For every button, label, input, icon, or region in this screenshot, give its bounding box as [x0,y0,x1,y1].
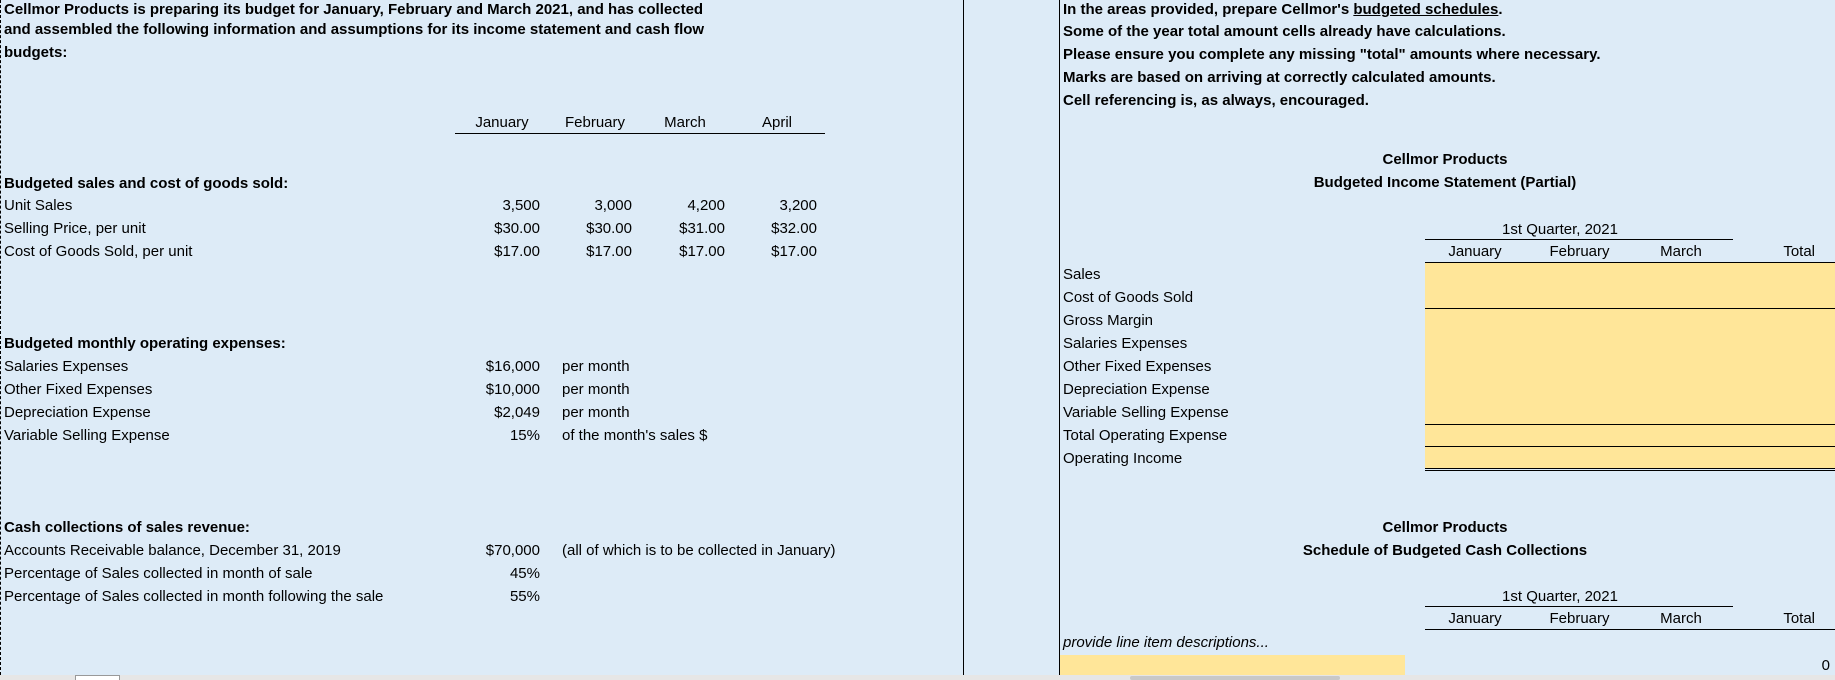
is-row-gross-margin: Gross Margin [1063,312,1154,329]
other-fixed-note: per month [562,381,630,398]
sheet-tab[interactable] [75,675,120,680]
is-row-total-opex: Total Operating Expense [1063,427,1228,444]
depreciation-value: $2,049 [494,404,540,421]
budgeted-schedules-text: budgeted schedules [1353,1,1499,18]
cc-header-underline [1425,629,1835,630]
depreciation-label: Depreciation Expense [4,404,151,421]
unit-sales-feb: 3,000 [594,197,632,214]
unit-sales-label: Unit Sales [4,197,73,214]
is-row-cogs: Cost of Goods Sold [1063,289,1194,306]
pct-collected-same-month-label: Percentage of Sales collected in month o… [4,565,313,582]
cc-quarter-underline [1425,606,1733,607]
cc-total-value: 0 [1821,657,1830,674]
month-header-underline [455,133,825,134]
intro-line-3: budgets: [4,44,68,61]
intro-line-2: and assembled the following information … [4,21,705,38]
depreciation-note: per month [562,404,630,421]
is-quarter-underline [1425,239,1733,240]
instruction-line-1: In the areas provided, prepare Cellmor's… [1063,1,1503,18]
cogs-mar: $17.00 [679,243,725,260]
cc-col-february: February [1549,610,1610,627]
cash-collections-title: Schedule of Budgeted Cash Collections [1302,542,1588,559]
pct-collected-next-month-label: Percentage of Sales collected in month f… [4,588,384,605]
is-double-rule-2 [1425,470,1835,471]
variable-selling-label: Variable Selling Expense [4,427,170,444]
instruction-line-3: Please ensure you complete any missing "… [1063,46,1601,63]
cc-line-item-hint: provide line item descriptions... [1063,634,1269,651]
selling-price-apr: $32.00 [771,220,817,237]
cogs-jan: $17.00 [494,243,540,260]
unit-sales-jan: 3,500 [502,197,540,214]
is-row-other-fixed: Other Fixed Expenses [1063,358,1212,375]
selling-price-label: Selling Price, per unit [4,220,146,237]
income-statement-company: Cellmor Products [1382,151,1508,168]
unit-sales-mar: 4,200 [687,197,725,214]
is-col-february: February [1549,243,1610,260]
cogs-per-unit-label: Cost of Goods Sold, per unit [4,243,193,260]
income-statement-input-area[interactable] [1425,263,1835,469]
is-sales-cogs-rule [1425,308,1835,309]
variable-selling-value: 15% [509,427,540,444]
is-col-total: Total [1783,243,1815,260]
variable-selling-note: of the month's sales $ [562,427,708,444]
is-row-operating-income: Operating Income [1063,450,1183,467]
horizontal-scrollbar-thumb[interactable] [1130,676,1340,680]
is-total-opex-rule [1425,446,1835,447]
cc-quarter-header: 1st Quarter, 2021 [1502,588,1618,605]
sales-section-title: Budgeted sales and cost of goods sold: [4,175,289,192]
other-fixed-value: $10,000 [485,381,540,398]
ar-balance-label: Accounts Receivable balance, December 31… [4,542,341,559]
pct-collected-same-month-value: 45% [509,565,540,582]
cc-description-input[interactable] [1060,655,1405,675]
column-divider-right [1059,0,1060,675]
month-header-january: January [475,114,529,131]
salaries-label: Salaries Expenses [4,358,129,375]
selling-price-mar: $31.00 [679,220,725,237]
unit-sales-apr: 3,200 [779,197,817,214]
instruction-line-2: Some of the year total amount cells alre… [1063,23,1506,40]
intro-line-1: Cellmor Products is preparing its budget… [4,1,704,18]
income-statement-title: Budgeted Income Statement (Partial) [1313,174,1577,191]
cc-col-march: March [1660,610,1702,627]
cc-col-january: January [1448,610,1502,627]
other-fixed-label: Other Fixed Expenses [4,381,153,398]
is-row-variable-selling: Variable Selling Expense [1063,404,1229,421]
is-row-sales: Sales [1063,266,1101,283]
is-col-january: January [1448,243,1502,260]
selling-price-feb: $30.00 [586,220,632,237]
instruction-line-4: Marks are based on arriving at correctly… [1063,69,1496,86]
month-header-march: March [664,114,706,131]
is-double-rule-1 [1425,468,1835,469]
ar-balance-note: (all of which is to be collected in Janu… [562,542,836,559]
cash-section-title: Cash collections of sales revenue: [4,519,250,536]
column-divider-left [963,0,964,675]
is-expenses-rule [1425,424,1835,425]
is-row-salaries: Salaries Expenses [1063,335,1188,352]
is-row-depreciation: Depreciation Expense [1063,381,1210,398]
is-quarter-header: 1st Quarter, 2021 [1502,221,1618,238]
selling-price-jan: $30.00 [494,220,540,237]
month-header-february: February [564,114,626,131]
salaries-note: per month [562,358,630,375]
instruction-line-5: Cell referencing is, as always, encourag… [1063,92,1369,109]
pct-collected-next-month-value: 55% [509,588,540,605]
cc-col-total: Total [1783,610,1815,627]
month-header-april: April [761,114,792,131]
is-col-march: March [1660,243,1702,260]
cogs-feb: $17.00 [586,243,632,260]
cash-collections-company: Cellmor Products [1382,519,1508,536]
salaries-value: $16,000 [485,358,540,375]
sheet-tab-bar [0,675,1835,680]
spreadsheet-area: Cellmor Products is preparing its budget… [0,0,1835,675]
page-break-line [0,0,1,675]
ar-balance-value: $70,000 [485,542,540,559]
opex-section-title: Budgeted monthly operating expenses: [4,335,286,352]
cogs-apr: $17.00 [771,243,817,260]
